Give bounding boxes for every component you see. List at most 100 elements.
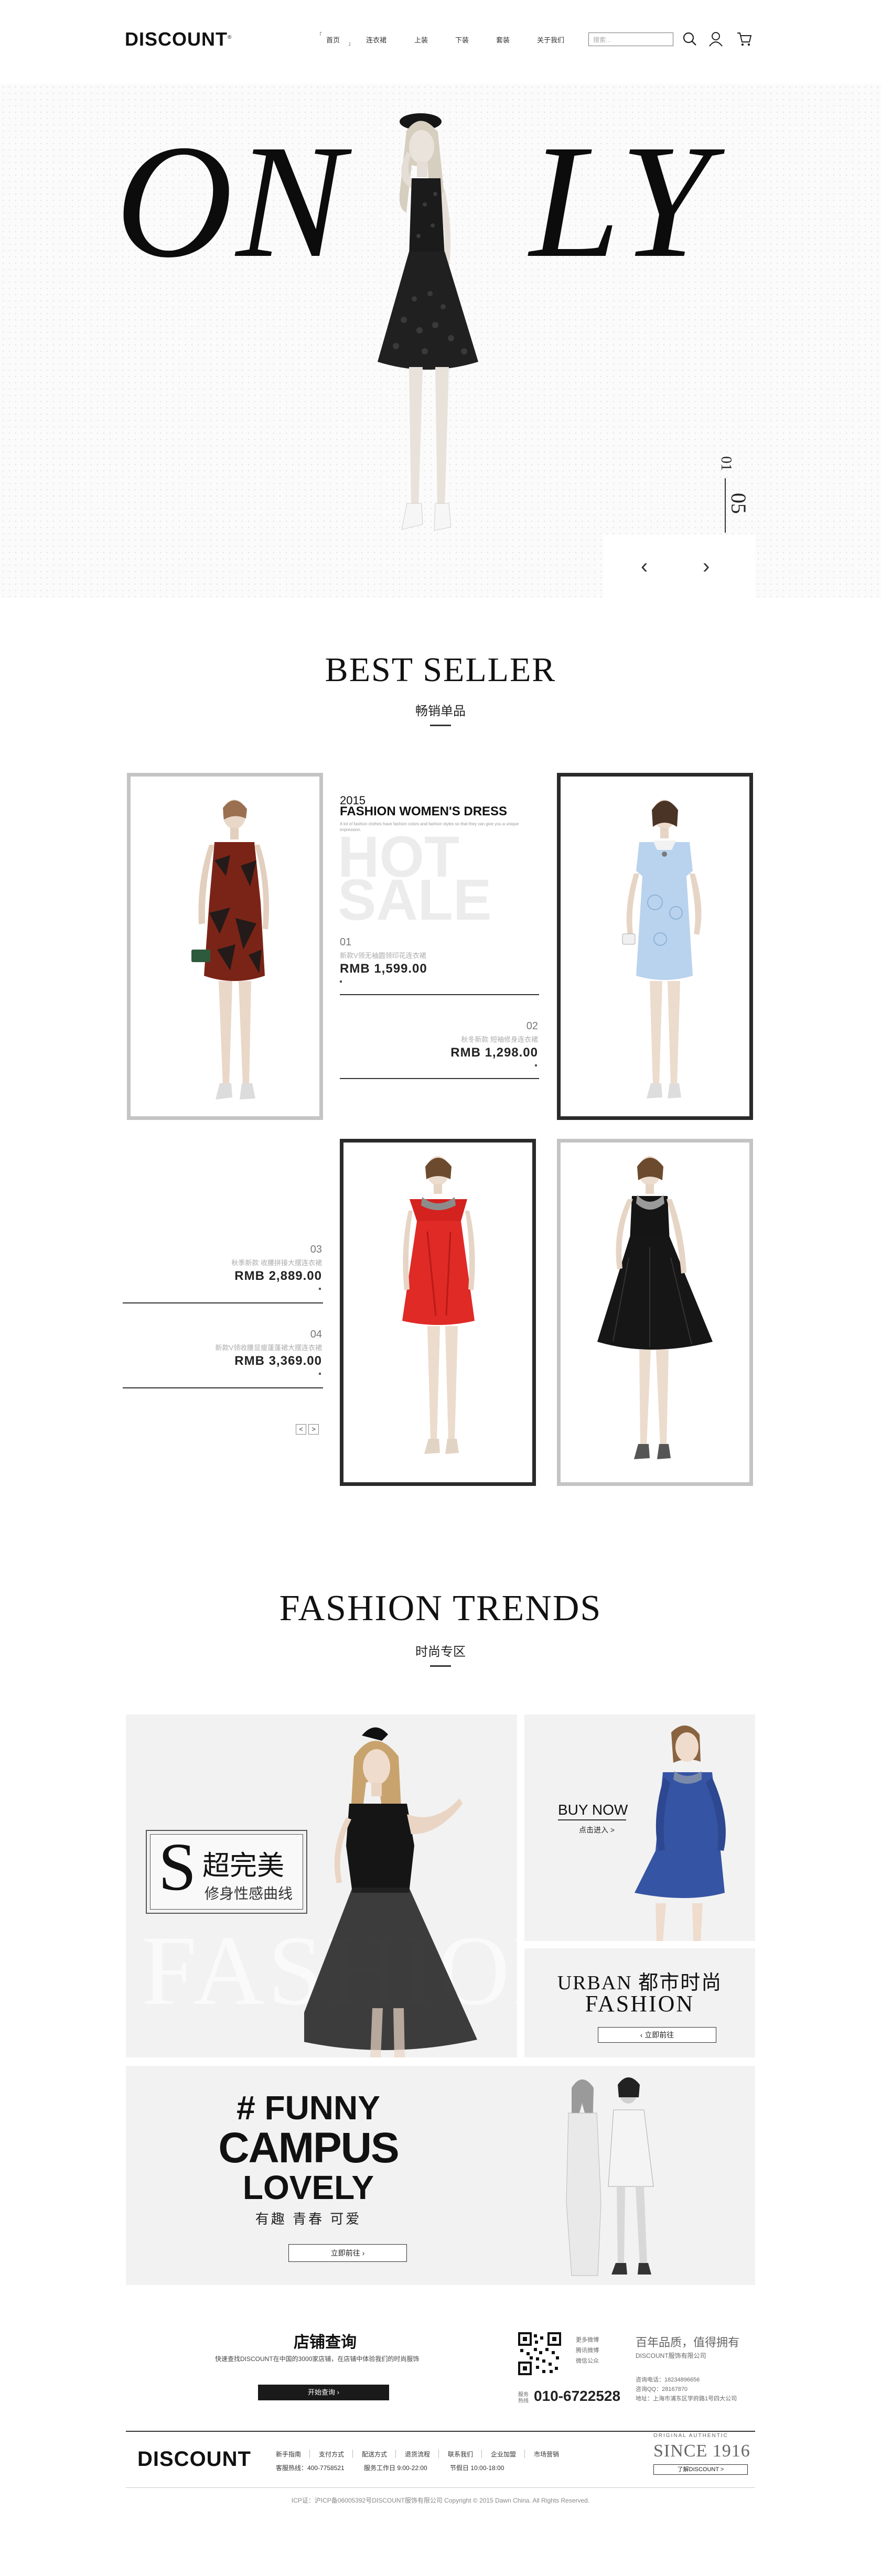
footer-logo[interactable]: DISCOUNT: [137, 2448, 251, 2471]
footer-link[interactable]: 退货流程: [405, 2450, 430, 2459]
footer-info: 节假日 10:00-18:00: [450, 2464, 504, 2472]
nav-bottoms[interactable]: 下装: [455, 35, 469, 45]
brand-slogan: 百年品质，值得拥有: [636, 2336, 740, 2349]
nav-dresses[interactable]: 连衣裙: [366, 35, 386, 45]
nav-about[interactable]: 关于我们: [537, 35, 564, 45]
search-icon[interactable]: [682, 30, 697, 47]
fashion-trends-divider: [430, 1665, 451, 1667]
products-prev-button[interactable]: <: [296, 1424, 306, 1435]
about-brand-button[interactable]: 了解DISCOUNT >: [653, 2464, 748, 2475]
product-dot: [319, 1373, 321, 1375]
store-title: 店铺查询: [294, 2334, 357, 2351]
hotline-label: 服务热线: [518, 2392, 529, 2404]
footer-link[interactable]: 市场营销: [534, 2450, 559, 2459]
product-description: 秋季新款 收腰拼接大摆连衣裙: [231, 1259, 322, 1267]
footer-separator: [309, 2450, 310, 2458]
hero-next-button[interactable]: ›: [703, 556, 710, 577]
hero-headline-left: ON: [115, 112, 348, 292]
urban-title-line2: FASHION: [585, 1991, 695, 2017]
nav-home[interactable]: 首页: [326, 35, 340, 45]
product-underline: [123, 1302, 323, 1303]
nav-active-mark: 「: [317, 33, 322, 38]
product-underline: [123, 1387, 323, 1388]
fashion-trends-subtitle: 时尚专区: [415, 1645, 466, 1659]
footer-separator: [481, 2450, 482, 2458]
store-description: 快速查找DISCOUNT在中国的3000家店铺，在店铺中体验我们的时尚服饰: [215, 2355, 420, 2363]
contact-line: 地址：上海市浦东区学府路1号四大公司: [636, 2396, 737, 2402]
product-number: 03: [310, 1244, 322, 1255]
footer-link[interactable]: 配送方式: [362, 2450, 387, 2459]
product-price: RMB 1,298.00: [450, 1046, 538, 1060]
footer-info: 客服热线：400-7758521: [276, 2464, 345, 2472]
hero-slider-controls: ‹ ›: [603, 535, 755, 598]
footer-top-rule: [126, 2431, 755, 2432]
promo-subtitle: 修身性感曲线: [205, 1885, 293, 1902]
footer-link[interactable]: 新手指南: [276, 2450, 301, 2459]
best-seller-divider: [430, 725, 451, 726]
promo-model-image: [304, 1727, 477, 2057]
site-logo[interactable]: DISCOUNT®: [125, 28, 232, 50]
promo-letter: S: [158, 1829, 197, 1905]
product-card-blue-dress[interactable]: [557, 773, 753, 1120]
user-icon[interactable]: [708, 30, 724, 47]
contact-line: 咨询QQ：28167870: [636, 2386, 688, 2392]
promo-panel-slim-fit[interactable]: FASHION S 超完美 修身性感曲线: [126, 1715, 517, 2057]
best-seller-subtitle: 畅销单品: [415, 704, 466, 718]
hero-prev-button[interactable]: ‹: [641, 556, 648, 577]
footer-separator: [524, 2450, 525, 2458]
product-description: 秋冬新款 短袖修身连衣裙: [461, 1036, 538, 1043]
product-dot: [340, 980, 342, 983]
company-name: DISCOUNT服饰有限公司: [636, 2352, 706, 2359]
product-number: 02: [526, 1020, 538, 1032]
footer-info: 服务工作日 9:00-22:00: [364, 2464, 427, 2472]
product-image-black-dress: [597, 1156, 713, 1459]
products-next-button[interactable]: >: [308, 1424, 319, 1435]
product-number: 01: [340, 936, 352, 948]
hero-slide-total: 05: [727, 493, 750, 514]
product-dot: [535, 1064, 537, 1066]
product-price: RMB 1,599.00: [340, 962, 427, 976]
footer-separator: [438, 2450, 439, 2458]
hero-headline-right: LY: [530, 112, 714, 292]
product-number: 04: [310, 1329, 322, 1340]
campus-go-button[interactable]: 立即前往 ›: [288, 2244, 407, 2262]
footer-link[interactable]: 联系我们: [448, 2450, 473, 2459]
campus-models-image: [566, 2077, 654, 2276]
campus-line-lovely: LOVELY: [242, 2169, 374, 2206]
footer-link[interactable]: 支付方式: [319, 2450, 344, 2459]
store-search-button[interactable]: 开始查询 ›: [258, 2385, 389, 2400]
product-description: 新款V领收腰显瘦蓬蓬裙大摆连衣裙: [215, 1344, 322, 1352]
promo-panel-campus[interactable]: # FUNNY CAMPUS LOVELY 有趣 青春 可爱 立即前往 ›: [126, 2066, 755, 2285]
best-seller-title: BEST SELLER: [325, 651, 556, 689]
nav-suits[interactable]: 套装: [496, 35, 510, 45]
chevron-right-icon: ›: [360, 2249, 365, 2257]
qr-line: 更多微博: [576, 2337, 599, 2343]
nav-tops[interactable]: 上装: [414, 35, 428, 45]
product-dot: [319, 1288, 321, 1290]
nav-active-mark: 」: [348, 41, 353, 47]
urban-go-button[interactable]: ‹ 立即前往: [598, 2027, 716, 2043]
footer-link[interactable]: 企业加盟: [491, 2450, 516, 2459]
campus-line-funny: # FUNNY: [237, 2089, 380, 2127]
cart-icon[interactable]: [736, 30, 752, 47]
hero-counter-divider: [725, 478, 726, 533]
since-caption: ORIGINAL AUTHENTIC: [653, 2433, 728, 2439]
qr-code-icon: [518, 2332, 561, 2375]
qr-line: 腾讯微博: [576, 2347, 599, 2354]
product-card-black-dress[interactable]: [557, 1139, 753, 1486]
campus-subtitle: 有趣 青春 可爱: [255, 2211, 362, 2227]
product-price: RMB 2,889.00: [234, 1269, 322, 1283]
fashion-trends-title: FASHION TRENDS: [279, 1588, 602, 1629]
chevron-right-icon: ›: [335, 2388, 339, 2396]
product-card-red-dress[interactable]: [340, 1139, 536, 1486]
footer-bottom-rule: [126, 2487, 755, 2488]
product-card-floral-dress[interactable]: [127, 773, 323, 1120]
promo-panel-urban[interactable]: URBAN 都市时尚 FASHION ‹ 立即前往: [524, 1948, 755, 2057]
product-image-blue-dress: [622, 800, 702, 1098]
footer-separator: [395, 2450, 396, 2458]
footer-separator: [352, 2450, 353, 2458]
search-input[interactable]: 搜索...: [588, 33, 673, 46]
qr-line: 微信公众: [576, 2358, 599, 2364]
since-year: SINCE 1916: [653, 2441, 750, 2461]
promo-panel-buy-now[interactable]: BUY NOW 点击进入 >: [524, 1715, 755, 1941]
